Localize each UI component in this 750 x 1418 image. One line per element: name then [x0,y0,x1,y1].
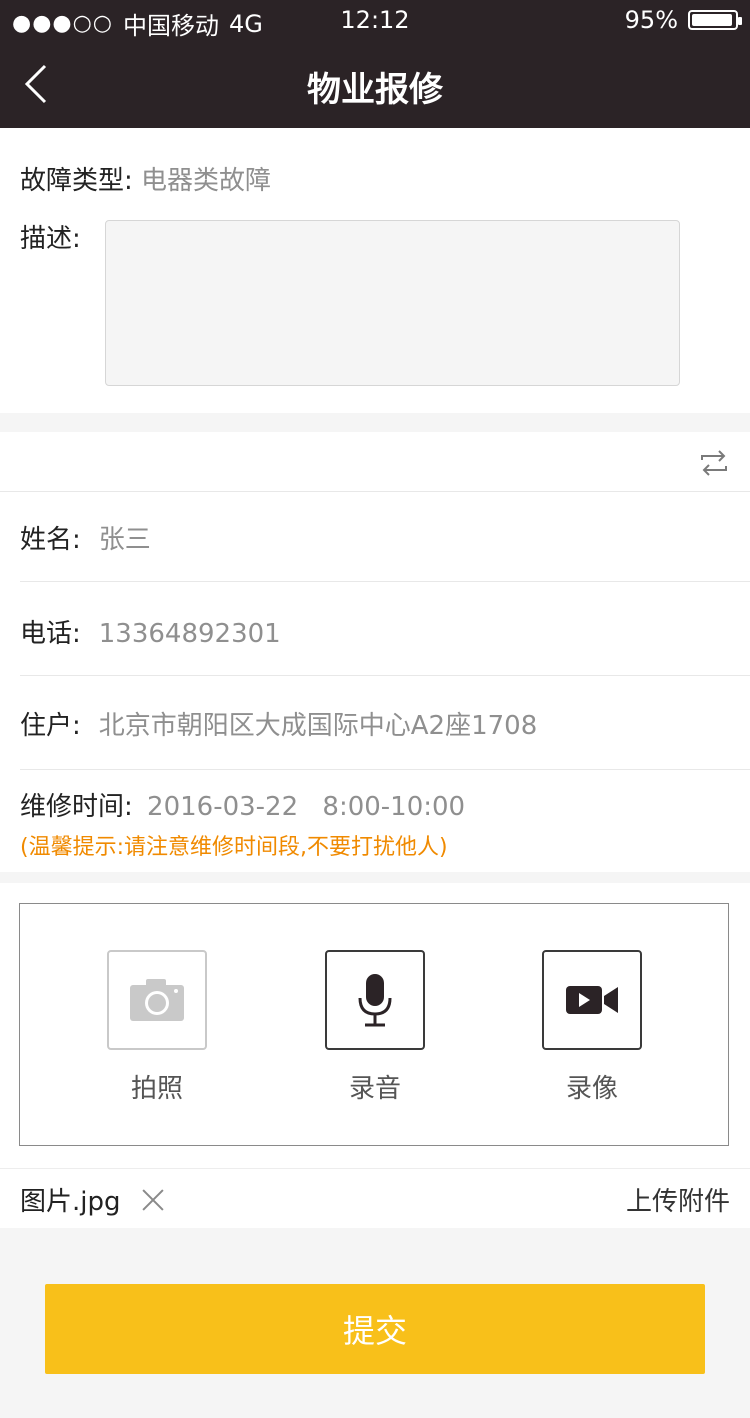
name-value: 张三 [98,525,151,555]
photo-icon-frame [107,950,207,1050]
attachment-filename: 图片.jpg [20,1187,121,1217]
submit-button[interactable]: 提交 [45,1284,705,1374]
fault-type-label: 故障类型: [20,166,133,196]
video-camera-icon [566,986,618,1014]
address-value: 北京市朝阳区大成国际中心A2座1708 [98,711,538,741]
upload-attachment-button[interactable]: 上传附件 [626,1181,730,1218]
phone-value: 13364892301 [98,619,281,649]
audio-label: 录音 [348,1074,401,1104]
phone-label: 电话: [20,619,81,649]
photo-button[interactable]: 拍照 [107,950,207,1105]
photo-label: 拍照 [130,1074,183,1104]
repair-time-label: 维修时间: [20,792,133,822]
battery-level [692,14,732,26]
status-bar: ●●●○○ 中国移动 4G 12:12 95% [0,0,750,40]
fault-type-row[interactable]: 故障类型: 电器类故障 [20,160,271,197]
switch-arrows-icon[interactable] [698,448,730,478]
attachment-item: 图片.jpg [20,1181,165,1218]
address-label: 住户: [20,711,81,741]
microphone-icon [358,974,392,1027]
audio-button[interactable]: 录音 [325,950,425,1105]
description-label: 描述: [20,224,81,254]
address-row[interactable]: 住户: 北京市朝阳区大成国际中心A2座1708 [20,676,750,770]
status-right: 95% [624,6,742,34]
audio-icon-frame [325,950,425,1050]
phone-row[interactable]: 电话: 13364892301 [20,582,750,676]
name-label: 姓名: [20,525,81,555]
media-panel: 拍照 录音 录像 [19,903,729,1146]
repair-time-range: 8:00-10:00 [322,792,466,822]
repair-time-row[interactable]: 维修时间: 2016-03-22 8:00-10:00 (温馨提示:请注意维修时… [20,770,750,872]
battery-percent: 95% [624,6,678,34]
camera-icon [130,979,184,1021]
page-title: 物业报修 [307,70,443,110]
description-input[interactable] [105,220,680,386]
video-icon-frame [542,950,642,1050]
repair-date: 2016-03-22 [147,792,299,822]
contact-section: 姓名: 张三 电话: 13364892301 住户: 北京市朝阳区大成国际中心A2座1… [0,432,750,872]
fault-section: 故障类型: 电器类故障 描述: [0,128,750,413]
battery-icon [688,10,742,30]
video-button[interactable]: 录像 [542,950,642,1105]
video-label: 录像 [565,1074,618,1104]
attachment-row: 图片.jpg 上传附件 [0,1168,750,1228]
name-row[interactable]: 姓名: 张三 [20,492,750,582]
nav-bar: 物业报修 [0,40,750,128]
fault-type-value: 电器类故障 [141,166,272,196]
media-section: 拍照 录音 录像 图片.jpg 上传附件 [0,883,750,1228]
close-icon[interactable] [141,1188,165,1212]
repair-tip: (温馨提示:请注意维修时间段,不要打扰他人) [20,835,448,860]
switch-row [0,432,750,492]
